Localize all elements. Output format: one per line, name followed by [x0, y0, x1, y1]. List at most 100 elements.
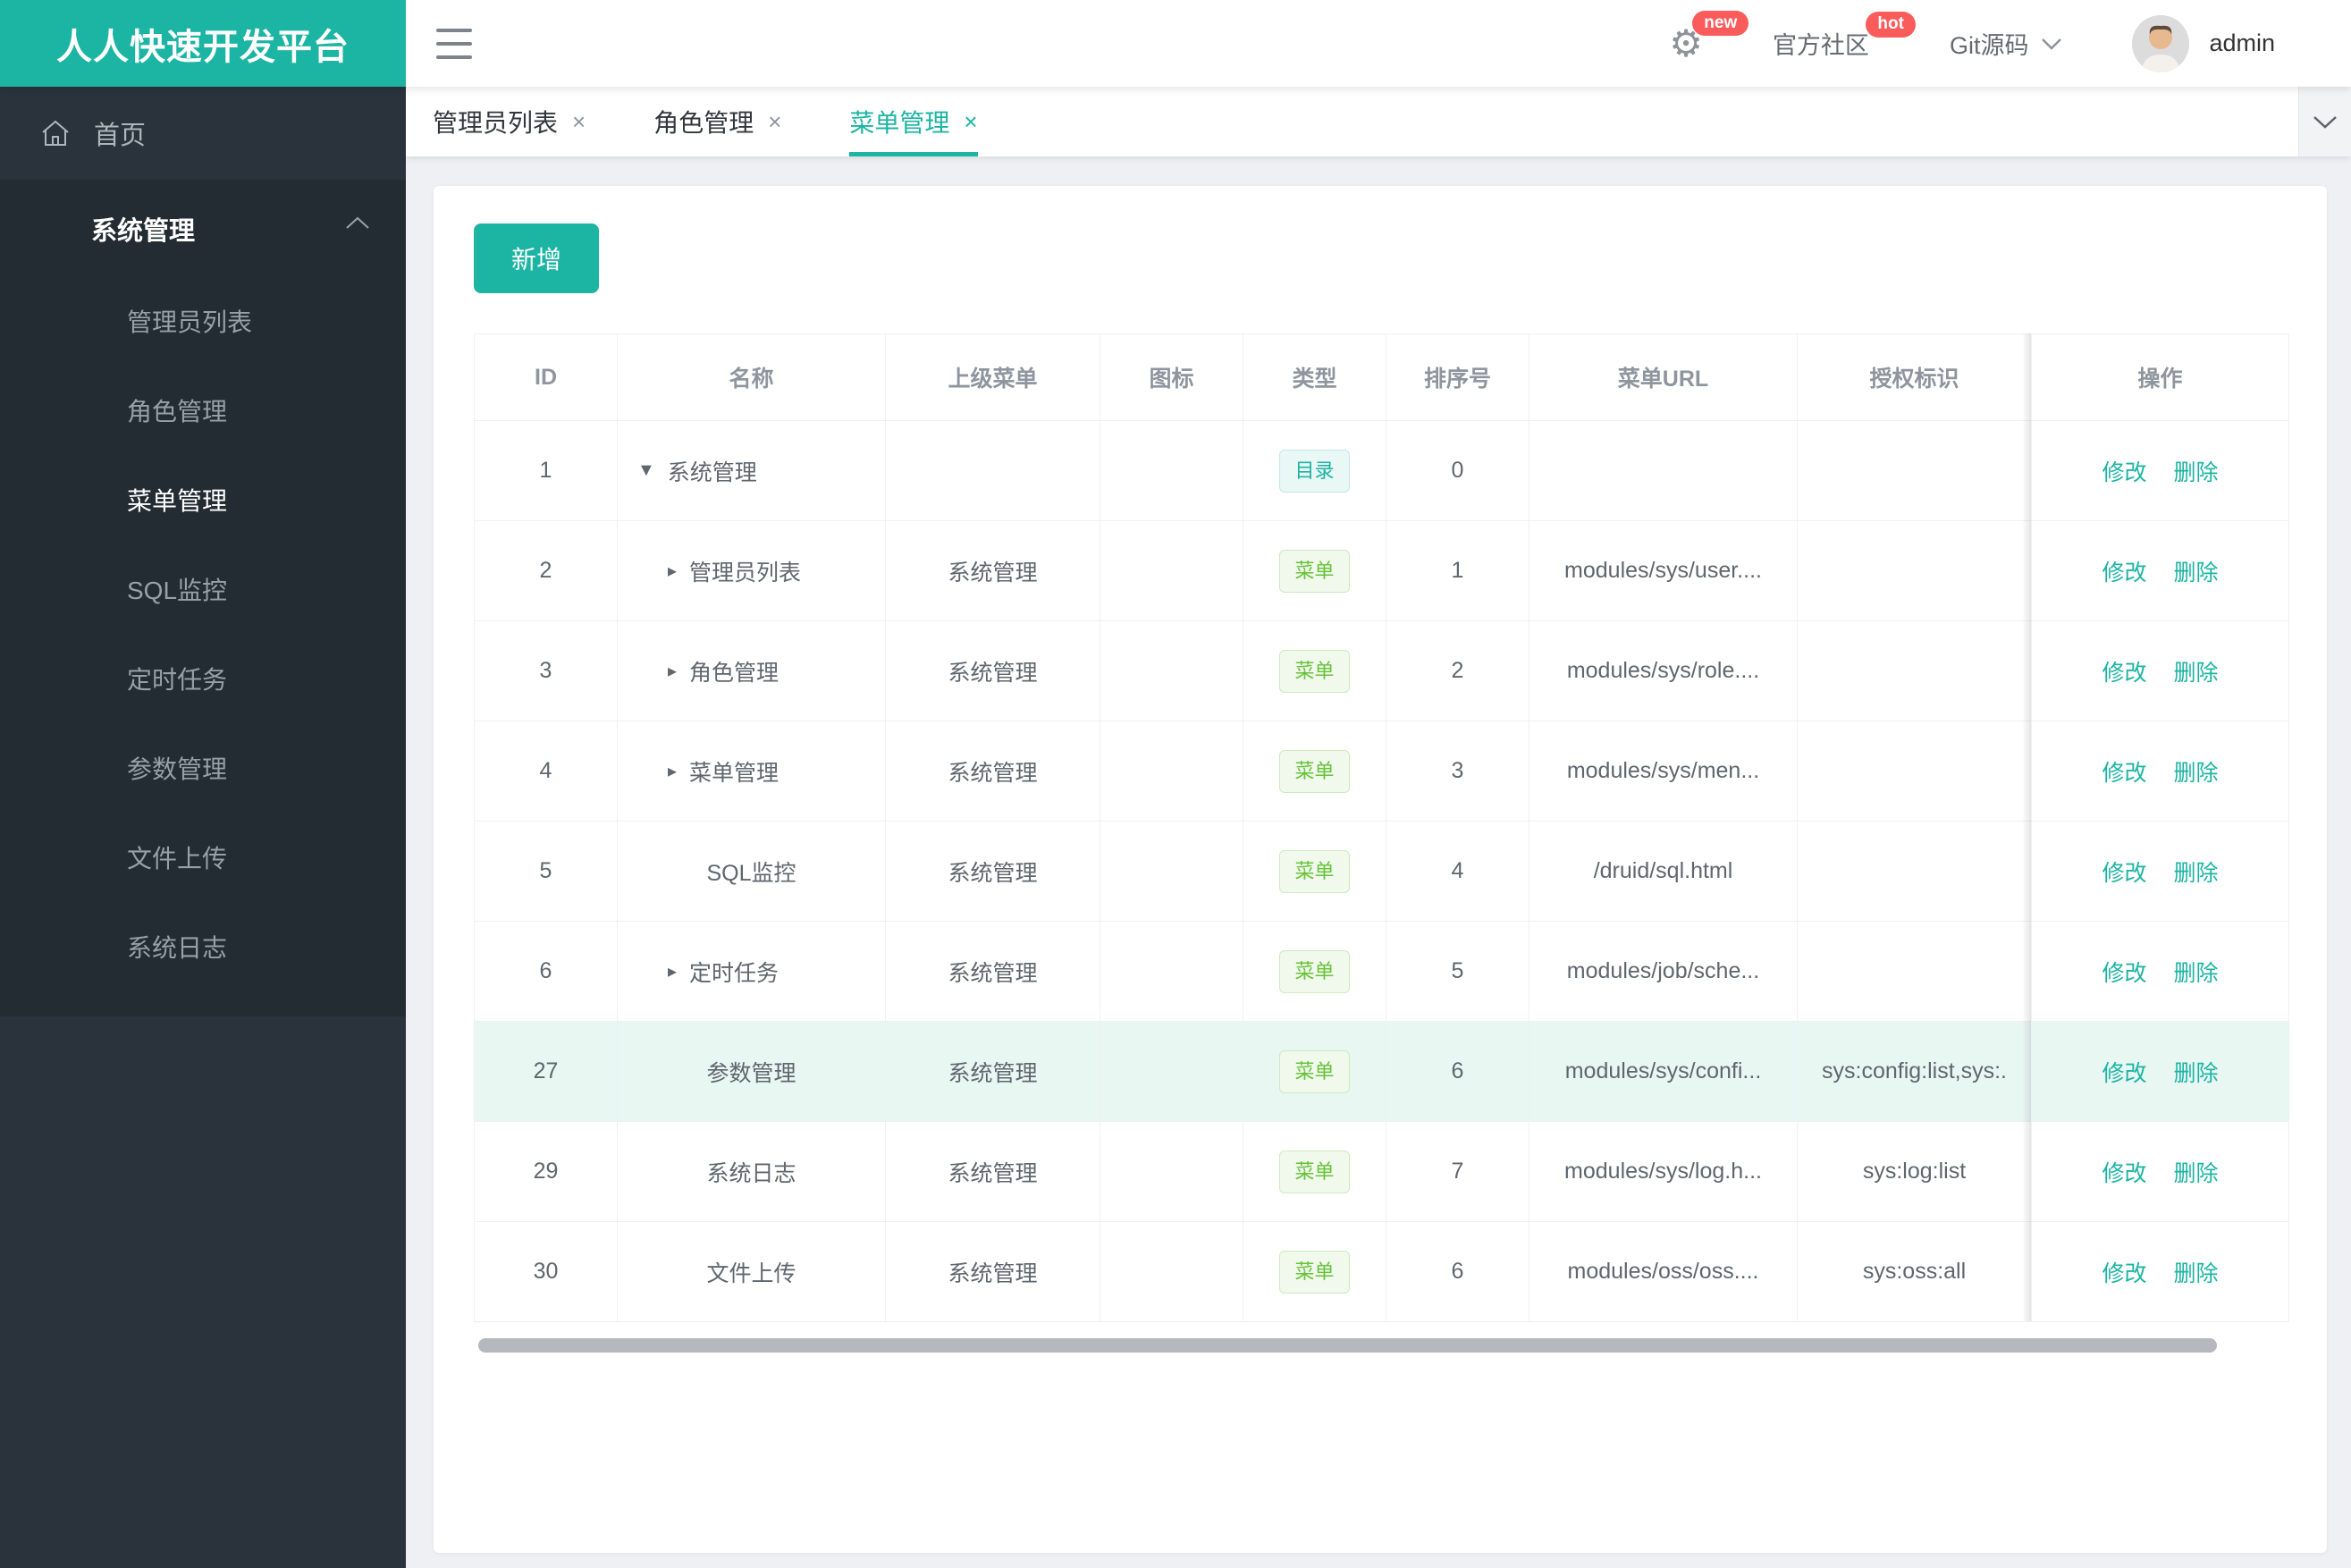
table-row[interactable]: 4 ▸ 菜单管理 系统管理 菜单 3 modules/sys/men... 修改 删除	[474, 721, 2289, 822]
sidebar-item-home[interactable]: 首页	[0, 87, 406, 180]
type-badge: 菜单	[1279, 749, 1350, 793]
edit-link[interactable]: 修改	[2102, 961, 2146, 986]
hot-badge: hot	[1866, 12, 1916, 38]
edit-link[interactable]: 修改	[2102, 661, 2146, 686]
cell-perm	[1797, 921, 2032, 1022]
community-link[interactable]: 官方社区 hot	[1773, 12, 1916, 61]
cell-order: 7	[1386, 1121, 1529, 1222]
cell-parent-menu: 系统管理	[885, 721, 1100, 822]
menu-toggle-icon[interactable]	[436, 25, 472, 63]
delete-link[interactable]: 删除	[2174, 1261, 2219, 1286]
cell-type: 菜单	[1243, 620, 1386, 721]
cell-url: modules/sys/men...	[1529, 721, 1798, 822]
cell-icon	[1100, 420, 1243, 521]
table-row[interactable]: 1 ▼ 系统管理 目录 0 修改 删除	[474, 420, 2289, 521]
delete-link[interactable]: 删除	[2174, 1061, 2219, 1086]
edit-link[interactable]: 修改	[2102, 1261, 2146, 1286]
tab-菜单管理[interactable]: 菜单管理 ×	[849, 87, 978, 156]
cell-type: 菜单	[1243, 921, 1386, 1022]
sidebar-item[interactable]: 角色管理	[0, 367, 406, 457]
cell-url: /druid/sql.html	[1529, 821, 1798, 922]
delete-link[interactable]: 删除	[2174, 460, 2219, 485]
menu-name: 角色管理	[689, 660, 779, 686]
table-row[interactable]: 5 SQL监控 系统管理 菜单 4/druid/sql.html 修改 删除	[474, 821, 2289, 922]
sidebar-item[interactable]: 菜单管理	[0, 457, 406, 546]
cell-name: ▼ 系统管理	[617, 420, 886, 521]
table-row[interactable]: 2 ▸ 管理员列表 系统管理 菜单 1 modules/sys/user.... 修改 删除	[474, 520, 2289, 621]
settings-button[interactable]: ⚙ new	[1669, 10, 1749, 63]
delete-link[interactable]: 删除	[2174, 961, 2219, 986]
cell-id: 30	[474, 1221, 618, 1322]
table-row[interactable]: 29 系统日志 系统管理 菜单 7 modules/sys/log.h... sys:log…	[474, 1121, 2289, 1222]
sidebar-item[interactable]: SQL监控	[0, 546, 406, 636]
table-row[interactable]: 3 ▸ 角色管理 系统管理 菜单 2 modules/sys/role.... 修改 删除	[474, 620, 2289, 721]
caret-right-icon[interactable]: ▸	[668, 560, 677, 582]
chevron-down-icon	[2313, 114, 2338, 130]
tabs-menu-button[interactable]	[2298, 87, 2351, 156]
caret-right-icon[interactable]: ▸	[668, 960, 677, 982]
type-badge: 目录	[1279, 449, 1350, 493]
cell-parent-menu: 系统管理	[885, 520, 1100, 621]
cell-name: ▸ 管理员列表	[617, 520, 886, 621]
tab-角色管理[interactable]: 角色管理 ×	[653, 87, 781, 156]
edit-link[interactable]: 修改	[2102, 861, 2146, 886]
table-row[interactable]: 27 参数管理 系统管理 菜单 6 modules/sys/confi... sys:con…	[474, 1021, 2289, 1122]
close-icon[interactable]: ×	[768, 108, 781, 136]
cell-id: 3	[474, 620, 618, 721]
close-icon[interactable]: ×	[572, 108, 586, 136]
caret-right-icon[interactable]: ▸	[668, 760, 677, 782]
sidebar-item[interactable]: 系统日志	[0, 904, 406, 993]
table-row[interactable]: 6 ▸ 定时任务 系统管理 菜单 5 modules/job/sche... 修改 删除	[474, 921, 2289, 1022]
caret-right-icon[interactable]: ▸	[668, 660, 677, 682]
type-badge: 菜单	[1279, 1050, 1350, 1093]
cell-parent-menu: 系统管理	[885, 1221, 1100, 1322]
cell-name: ▸ 定时任务	[617, 921, 886, 1022]
cell-actions: 修改 删除	[2031, 1221, 2289, 1322]
new-badge: new	[1692, 10, 1749, 37]
table-row[interactable]: 30 文件上传 系统管理 菜单 6 modules/oss/oss.... sys:oss:…	[474, 1221, 2289, 1322]
header-right: ⚙ new 官方社区 hot Git源码 admin	[1669, 10, 2351, 72]
menu-name: 定时任务	[689, 960, 779, 986]
sidebar-group-header[interactable]: 系统管理	[0, 180, 406, 278]
column-header: ID	[474, 333, 618, 421]
horizontal-scrollbar	[474, 1337, 2288, 1353]
git-source-dropdown[interactable]: Git源码	[1950, 26, 2063, 61]
cell-actions: 修改 删除	[2031, 420, 2289, 521]
cell-icon	[1100, 1021, 1243, 1122]
cell-url: modules/sys/log.h...	[1529, 1121, 1798, 1222]
tab-管理员列表[interactable]: 管理员列表 ×	[433, 87, 586, 156]
avatar[interactable]	[2132, 14, 2190, 72]
sidebar-item[interactable]: 管理员列表	[0, 278, 406, 367]
sidebar-item[interactable]: 定时任务	[0, 636, 406, 725]
sidebar-item[interactable]: 文件上传	[0, 814, 406, 904]
delete-link[interactable]: 删除	[2174, 861, 2219, 886]
cell-type: 菜单	[1243, 520, 1386, 621]
cell-actions: 修改 删除	[2031, 520, 2289, 621]
edit-link[interactable]: 修改	[2102, 1061, 2146, 1086]
edit-link[interactable]: 修改	[2102, 561, 2146, 586]
main-content: 新增 ID 名称 上级菜单 图标 类型 排序号 菜单URL 授权标识 操作 1 ▼ 系统管理 目录 0 修改…	[406, 156, 2351, 1568]
cell-parent-menu: 系统管理	[885, 921, 1100, 1022]
cell-id: 4	[474, 721, 618, 822]
scrollbar-thumb[interactable]	[478, 1338, 2217, 1353]
edit-link[interactable]: 修改	[2102, 460, 2146, 485]
edit-link[interactable]: 修改	[2102, 761, 2146, 786]
delete-link[interactable]: 删除	[2174, 661, 2219, 686]
close-icon[interactable]: ×	[964, 108, 977, 136]
cell-url: modules/oss/oss....	[1529, 1221, 1798, 1322]
tree-cell: ▸ 菜单管理	[625, 755, 878, 788]
delete-link[interactable]: 删除	[2174, 1161, 2219, 1186]
table-wrap: ID 名称 上级菜单 图标 类型 排序号 菜单URL 授权标识 操作 1 ▼ 系统管理 目录 0 修改 删除 2…	[474, 333, 2289, 1322]
delete-link[interactable]: 删除	[2174, 761, 2219, 786]
delete-link[interactable]: 删除	[2174, 561, 2219, 586]
edit-link[interactable]: 修改	[2102, 1161, 2146, 1186]
add-button[interactable]: 新增	[474, 223, 600, 293]
sidebar-item[interactable]: 参数管理	[0, 725, 406, 814]
sidebar-group-label: 系统管理	[91, 217, 196, 246]
cell-id: 2	[474, 520, 618, 621]
username[interactable]: admin	[2209, 30, 2275, 57]
cell-name: ▸ 角色管理	[617, 620, 886, 721]
caret-down-icon[interactable]: ▼	[637, 460, 655, 481]
cell-perm	[1797, 821, 2032, 922]
cell-actions: 修改 删除	[2031, 921, 2289, 1022]
